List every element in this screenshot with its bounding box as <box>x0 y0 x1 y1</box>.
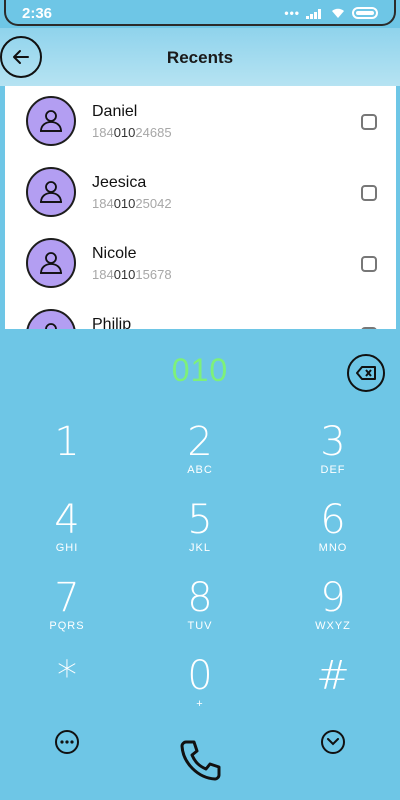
contact-number: 18401025042 <box>92 196 172 211</box>
key-digit: 1 <box>54 419 80 465</box>
key-digit: # <box>316 653 350 699</box>
key-star[interactable]: * <box>22 654 112 722</box>
key-letters: TUV <box>187 620 213 632</box>
avatar <box>26 167 76 217</box>
call-button[interactable] <box>174 734 226 786</box>
key-5[interactable]: 5 JKL <box>155 498 245 566</box>
avatar <box>26 96 76 146</box>
contact-name: Nicole <box>92 245 137 262</box>
header: Recents <box>0 28 400 86</box>
key-6[interactable]: 6 MNO <box>288 498 378 566</box>
select-checkbox[interactable] <box>361 327 377 329</box>
key-letters: + <box>196 698 204 710</box>
key-hash[interactable]: # <box>288 654 378 722</box>
status-bar: 2:36 ••• <box>0 0 400 28</box>
number-suffix: 24685 <box>135 125 172 140</box>
contact-row[interactable]: Philip <box>5 299 396 329</box>
backspace-button[interactable] <box>347 354 385 392</box>
chevron-down-icon <box>327 738 339 746</box>
key-9[interactable]: 9 WXYZ <box>288 576 378 644</box>
key-digit: 4 <box>54 497 80 543</box>
dots-icon: ••• <box>284 6 300 20</box>
person-icon <box>40 181 62 203</box>
phone-icon <box>180 740 221 781</box>
contact-number: 18401024685 <box>92 125 172 140</box>
dial-display: 010 <box>171 352 229 388</box>
key-digit: 9 <box>320 575 346 621</box>
avatar <box>26 309 76 329</box>
page-title: Recents <box>166 48 234 67</box>
key-digit: 2 <box>187 419 213 465</box>
select-checkbox[interactable] <box>361 185 377 201</box>
contact-name: Jeesica <box>92 174 147 191</box>
signal-icon <box>306 9 321 19</box>
backspace-icon <box>356 366 376 380</box>
collapse-button[interactable] <box>321 730 345 754</box>
key-letters: MNO <box>318 542 348 554</box>
more-button[interactable] <box>55 730 79 754</box>
key-4[interactable]: 4 GHI <box>22 498 112 566</box>
contact-row[interactable]: Daniel 18401024685 <box>5 86 396 157</box>
number-suffix: 15678 <box>135 267 172 282</box>
person-icon <box>40 110 62 132</box>
contact-row[interactable]: Jeesica 18401025042 <box>5 157 396 228</box>
key-letters: JKL <box>189 542 211 554</box>
person-icon <box>45 323 57 329</box>
key-letters: WXYZ <box>315 620 351 632</box>
number-match: 010 <box>113 267 136 282</box>
wifi-icon <box>332 8 344 18</box>
key-digit: 0 <box>187 653 213 699</box>
key-1[interactable]: 1 <box>22 420 112 488</box>
key-letters: ABC <box>187 464 213 476</box>
key-digit: 6 <box>320 497 346 543</box>
contact-row[interactable]: Nicole 18401015678 <box>5 228 396 299</box>
key-2[interactable]: 2 ABC <box>155 420 245 488</box>
key-letters: PQRS <box>49 620 85 632</box>
battery-icon <box>352 7 378 19</box>
status-icons: ••• <box>284 6 378 20</box>
key-digit: 3 <box>320 419 346 465</box>
key-3[interactable]: 3 DEF <box>288 420 378 488</box>
key-letters: DEF <box>320 464 346 476</box>
contact-name: Philip <box>92 316 132 329</box>
key-0[interactable]: 0 + <box>155 654 245 722</box>
select-checkbox[interactable] <box>361 114 377 130</box>
recents-list: Daniel 18401024685 Jeesica 18401025042 Nicol… <box>5 86 396 329</box>
key-digit: 5 <box>187 497 213 543</box>
select-checkbox[interactable] <box>361 256 377 272</box>
key-digit: 7 <box>54 575 80 621</box>
avatar <box>26 238 76 288</box>
key-digit: * <box>57 653 77 699</box>
number-prefix: 184 <box>92 125 114 140</box>
contact-name: Daniel <box>92 103 138 120</box>
number-prefix: 184 <box>92 196 114 211</box>
contact-number: 18401015678 <box>92 267 172 282</box>
number-prefix: 184 <box>92 267 114 282</box>
number-match: 010 <box>113 125 136 140</box>
more-icon <box>60 740 74 744</box>
key-8[interactable]: 8 TUV <box>155 576 245 644</box>
key-7[interactable]: 7 PQRS <box>22 576 112 644</box>
key-digit: 8 <box>187 575 213 621</box>
key-letters: GHI <box>55 542 79 554</box>
number-suffix: 25042 <box>135 196 172 211</box>
number-match: 010 <box>113 196 136 211</box>
person-icon <box>40 252 62 274</box>
status-time: 2:36 <box>22 5 53 22</box>
